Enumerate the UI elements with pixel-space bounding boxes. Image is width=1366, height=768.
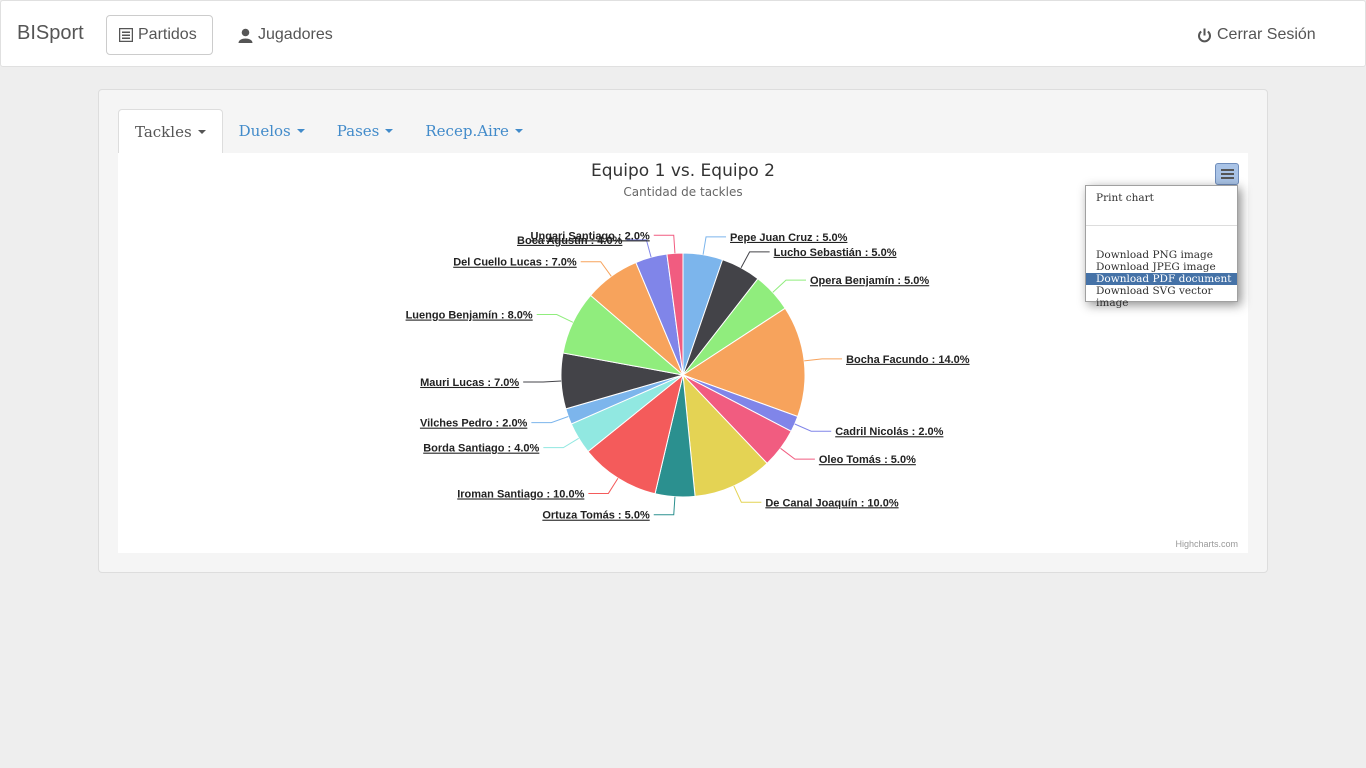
tab-pases[interactable]: Pases [321,109,410,153]
data-label-oleo-tomas: Oleo Tomás : 5.0% [819,454,916,466]
menu-line [1221,169,1234,171]
chart-title: Equipo 1 vs. Equipo 2 [590,161,775,181]
connector-ortuza-tomas [653,496,676,516]
menu-divider [1086,225,1237,226]
data-label-del-cuello-lucas: Del Cuello Lucas : 7.0% [453,257,577,269]
logout-label: Cerrar Sesión [1217,26,1316,43]
data-label-vilches-pedro: Vilches Pedro : 2.0% [420,418,528,430]
caret-down-icon [385,129,394,133]
tab-tackles[interactable]: Tackles [118,109,223,153]
connector-vilches-pedro [531,416,569,424]
export-pdf-item[interactable]: Download PDF document [1086,273,1237,285]
connector-pepe-juan-cruz [702,236,727,255]
connector-bocha-facundo [804,358,843,362]
caret-down-icon [514,129,523,133]
nav-partidos-label: Partidos [138,26,197,43]
connector-boca-agustin [626,239,652,258]
data-label-de-canal-joaquin: De Canal Joaquín : 10.0% [765,497,898,509]
chart-container: Pepe Juan Cruz : 5.0% Lucho Sebastián : 5… [118,153,1248,553]
menu-line [1221,173,1234,175]
connector-del-cuello-lucas [580,261,612,277]
data-label-opera-benjamin: Opera Benjamín : 5.0% [810,275,929,287]
connector-oleo-tomas [780,447,815,460]
connector-mauri-lucas [523,380,562,383]
nav-jugadores-button[interactable]: Jugadores [226,15,345,55]
list-icon [119,28,133,42]
tab-tackles-label: Tackles [135,122,192,141]
connector-opera-benjamin [772,279,807,293]
export-jpeg-item[interactable]: Download JPEG image [1086,261,1237,273]
chart-subtitle: Cantidad de tackles [623,185,743,199]
data-label-borda-santiago: Borda Santiago : 4.0% [423,443,539,455]
data-label-cadril-nicolas: Cadril Nicolás : 2.0% [835,426,943,438]
highcharts-credits[interactable]: Highcharts.com [1175,539,1238,549]
data-label-bocha-facundo: Bocha Facundo : 14.0% [846,354,970,366]
connector-luengo-benjamin [536,314,574,323]
connector-de-canal-joaquin [733,485,762,503]
nav-partidos-button[interactable]: Partidos [106,15,213,55]
caret-down-icon [197,129,206,134]
chart-menu-button[interactable] [1215,163,1239,185]
export-menu: Print chart Download PNG image Download … [1085,185,1238,309]
export-print-item[interactable]: Print chart [1086,192,1237,204]
connector-borda-santiago [543,437,579,449]
brand-logo[interactable]: BISport [17,21,84,45]
connector-ungari-santiago [653,234,676,254]
data-label-ungari-santiago: Ungari Santiago : 2.0% [531,230,650,242]
tab-pases-label: Pases [336,122,380,140]
export-png-item[interactable]: Download PNG image [1086,249,1237,261]
tab-duelos-label: Duelos [238,122,291,140]
data-label-pepe-juan-cruz: Pepe Juan Cruz : 5.0% [730,232,848,244]
connector-lucho-sebastian [740,251,770,268]
connector-iroman-santiago [588,477,619,494]
tab-recep-aire-label: Recep.Aire [425,122,509,140]
data-label-lucho-sebastian: Lucho Sebastián : 5.0% [774,247,897,259]
tab-duelos[interactable]: Duelos [223,109,321,153]
data-label-mauri-lucas: Mauri Lucas : 7.0% [420,377,519,389]
navbar: BISport Partidos Jugadores Cerrar Sesión [0,0,1366,67]
power-icon [1198,28,1211,42]
data-label-iroman-santiago: Iroman Santiago : 10.0% [457,488,584,500]
menu-line [1221,177,1234,179]
tab-recep-aire[interactable]: Recep.Aire [409,109,539,153]
main-panel: Tackles Duelos Pases Recep.Aire Pepe Jua… [98,89,1268,573]
stats-tabs: Tackles Duelos Pases Recep.Aire [118,109,539,153]
export-svg-item[interactable]: Download SVG vector image [1086,285,1237,309]
connector-cadril-nicolas [794,423,832,432]
logout-button[interactable]: Cerrar Sesión [1185,15,1328,55]
data-label-luengo-benjamin: Luengo Benjamín : 8.0% [406,310,533,322]
caret-down-icon [296,129,305,133]
pie-chart: Pepe Juan Cruz : 5.0% Lucho Sebastián : 5… [406,230,970,522]
nav-jugadores-label: Jugadores [258,26,333,43]
data-label-ortuza-tomas: Ortuza Tomás : 5.0% [542,510,650,522]
user-icon [238,28,253,43]
